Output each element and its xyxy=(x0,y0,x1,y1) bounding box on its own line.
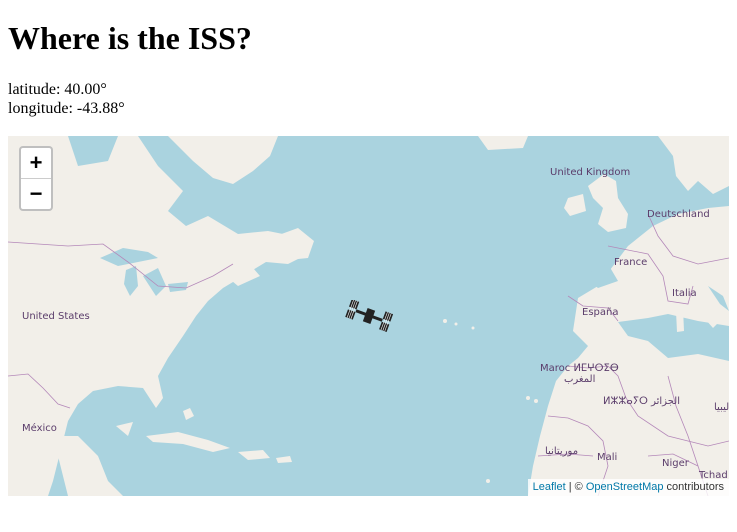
latitude-text: latitude: 40.00° xyxy=(8,81,107,98)
label-deutschland: Deutschland xyxy=(647,209,710,220)
label-united-states: United States xyxy=(22,311,90,322)
attribution-contributors: contributors xyxy=(663,481,724,493)
zoom-out-button[interactable]: − xyxy=(21,179,51,209)
label-france: France xyxy=(614,257,648,268)
label-algerie: ⵍⵣⵣⴰⵢⵔ الجزائر xyxy=(603,396,680,407)
label-mauritania: موريتانيا xyxy=(545,446,579,457)
map-attribution: Leaflet | © OpenStreetMap contributors xyxy=(527,479,729,496)
label-maroc-ar: المغرب xyxy=(564,374,596,385)
longitude-text: longitude: -43.88° xyxy=(8,100,125,117)
iss-icon[interactable] xyxy=(345,300,393,332)
label-niger: Niger xyxy=(662,458,689,469)
page-title: Where is the ISS? xyxy=(8,20,252,56)
coordinates-readout: latitude: 40.00° longitude: -43.88° xyxy=(8,80,125,118)
label-italia: Italia xyxy=(672,288,697,299)
label-libya: ليبيا xyxy=(714,402,729,413)
osm-link[interactable]: OpenStreetMap xyxy=(586,481,664,493)
label-maroc: Maroc ⵍⵎⵖⵔⵉⴱ xyxy=(540,363,619,374)
label-united-kingdom: United Kingdom xyxy=(550,167,631,178)
attribution-separator: | © xyxy=(565,481,586,493)
leaflet-link[interactable]: Leaflet xyxy=(533,481,566,493)
zoom-in-button[interactable]: + xyxy=(21,148,51,179)
label-mexico: México xyxy=(22,423,57,434)
zoom-control: + − xyxy=(19,146,53,211)
label-espana: España xyxy=(582,307,619,318)
map-container[interactable]: United Kingdom Deutschland France Italia… xyxy=(8,136,729,496)
label-mali: Mali xyxy=(597,452,618,463)
